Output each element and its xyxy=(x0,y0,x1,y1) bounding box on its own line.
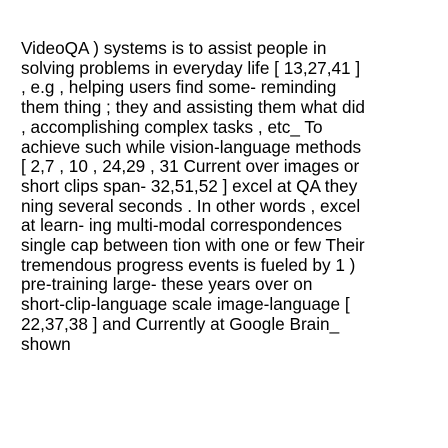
text-line: , accomplishing complex tasks , etc_ To xyxy=(21,116,323,137)
text-line: single cap between tion with one or few … xyxy=(21,235,365,256)
text-line: short-clip-language scale image-language… xyxy=(21,294,350,315)
text-line: , e.g , helping users find some- remindi… xyxy=(21,77,337,98)
text-line: achieve such while vision-language metho… xyxy=(21,136,362,157)
text-line: tremendous progress events is fueled by … xyxy=(21,254,356,275)
text-line: solving problems in everyday life [ 13,2… xyxy=(21,57,361,78)
text-line: short clips span- 32,51,52 ] excel at QA… xyxy=(21,175,358,196)
document-body: VideoQA ) systems is to assist people in… xyxy=(21,38,441,354)
text-line: them thing ; they and assisting them wha… xyxy=(21,97,365,118)
text-line: VideoQA ) systems is to assist people in xyxy=(21,38,327,58)
text-line: 22,37,38 ] and Currently at Google Brain… xyxy=(21,313,340,334)
text-line: at learn- ing multi-modal correspondence… xyxy=(21,215,342,236)
text-line: shown xyxy=(21,333,71,354)
text-line: [ 2,7 , 10 , 24,29 , 31 Current over ima… xyxy=(21,156,360,177)
text-line: pre-training large- these years over on xyxy=(21,274,313,295)
text-line: ning several seconds . In other words , … xyxy=(21,195,361,216)
